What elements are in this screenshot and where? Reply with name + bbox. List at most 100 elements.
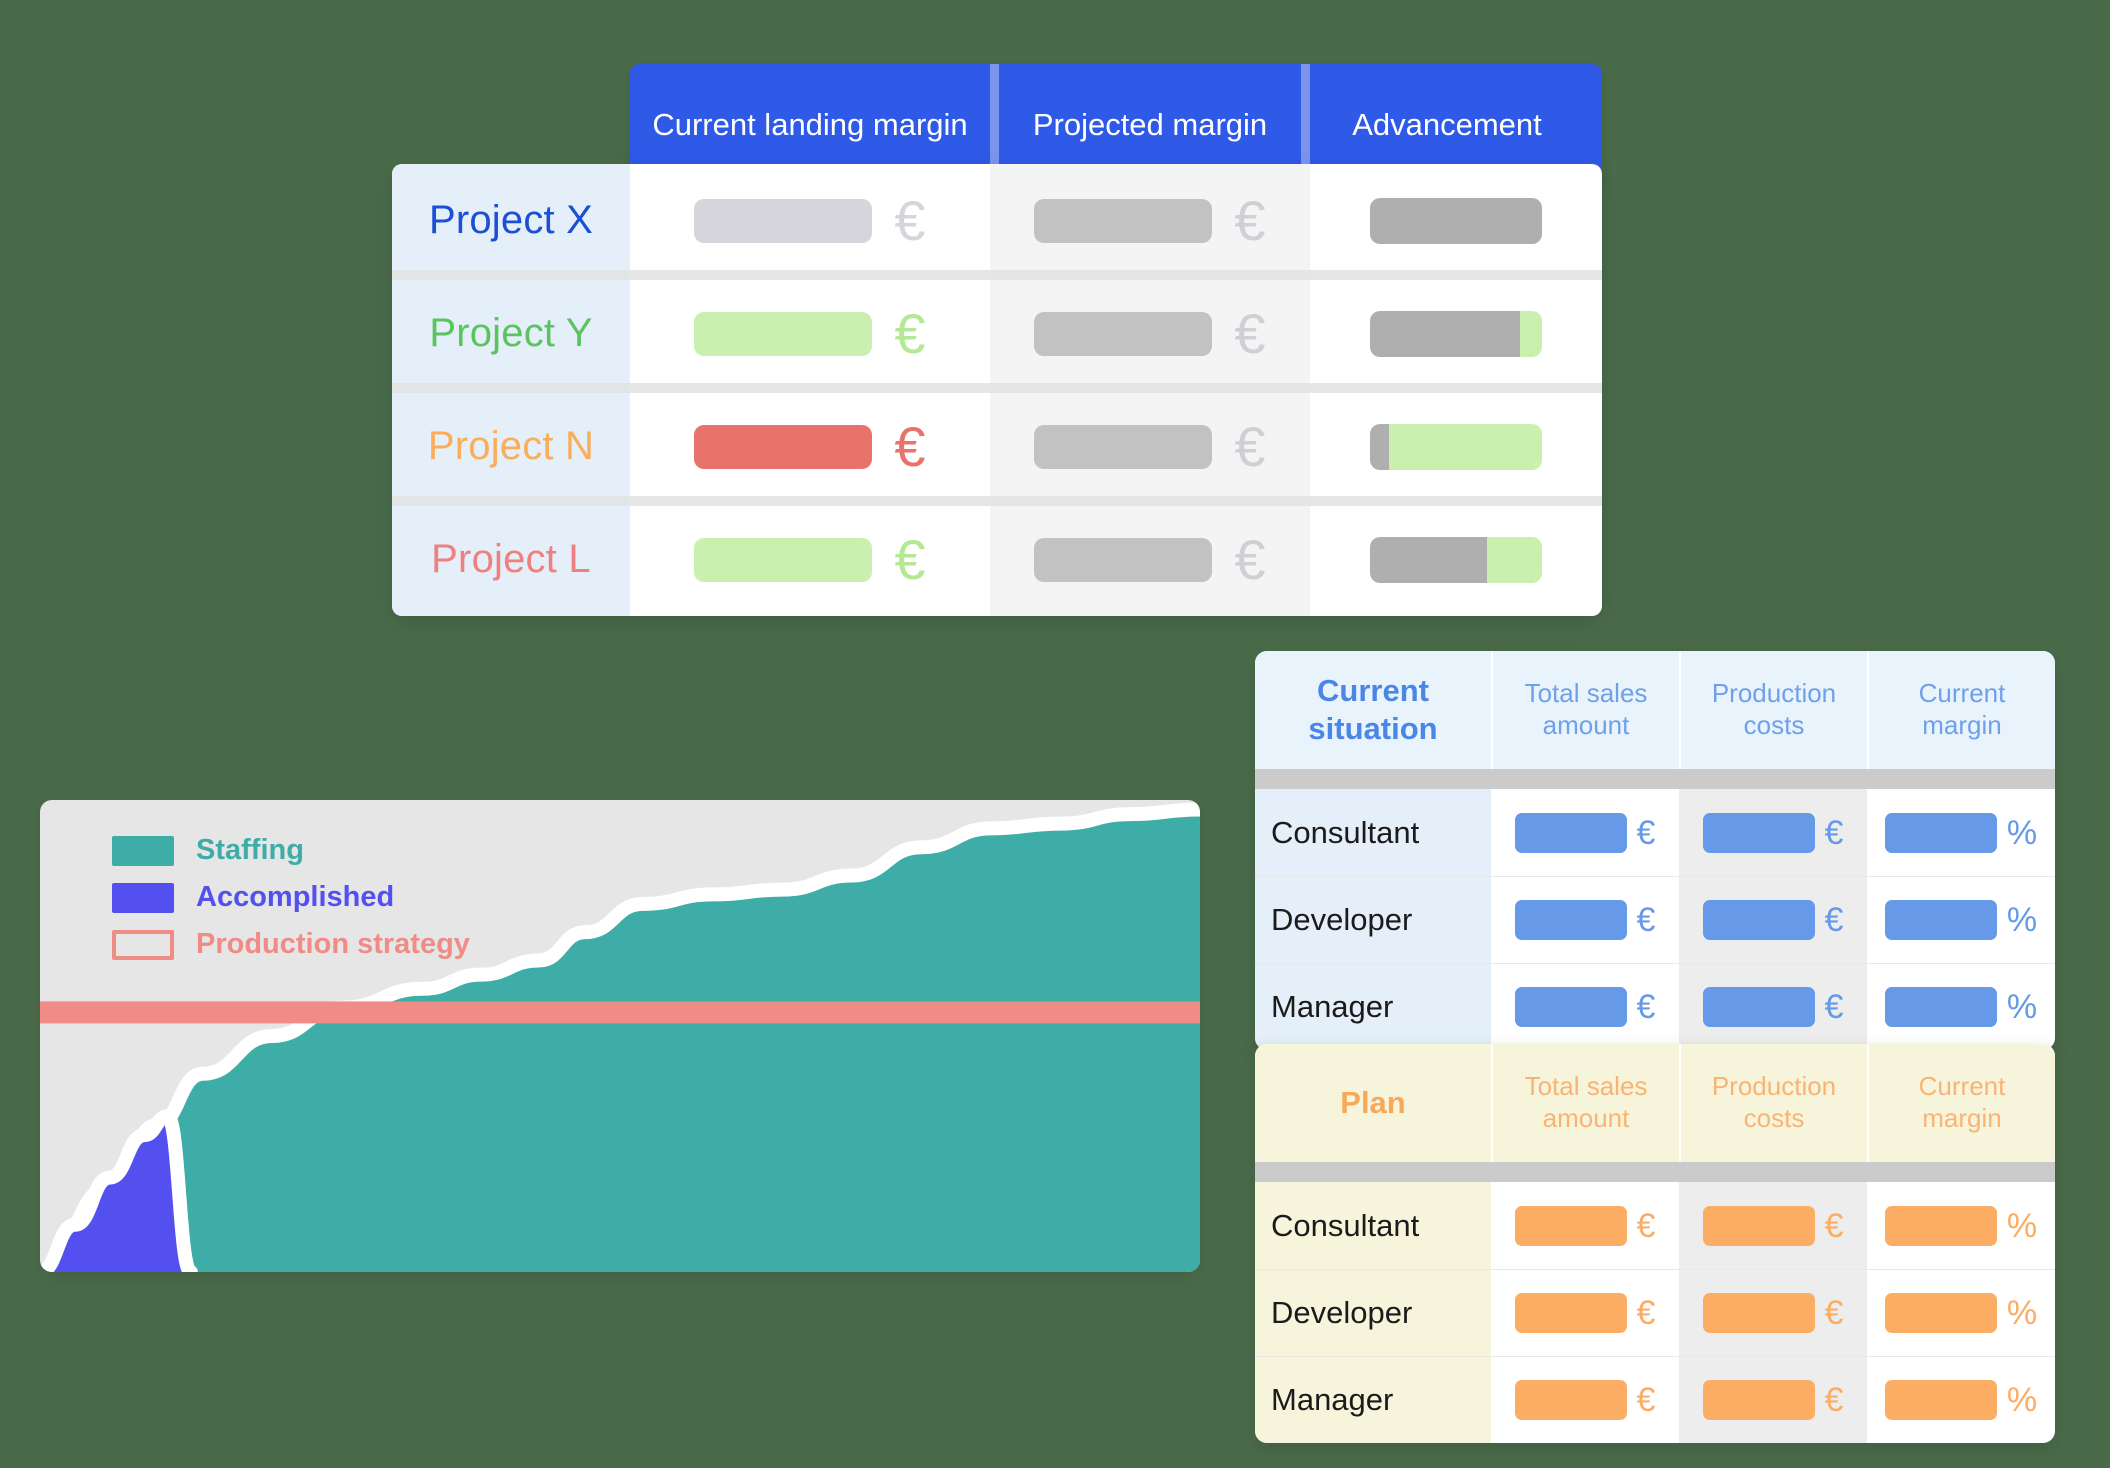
current-landing-margin-cell[interactable]: € — [630, 277, 990, 390]
table-row[interactable]: Project L € € — [392, 503, 1602, 616]
euro-icon: € — [1636, 1381, 1656, 1419]
advancement-cell[interactable] — [1310, 277, 1602, 390]
current-landing-margin-cell[interactable]: € — [630, 164, 990, 277]
column-header-total-sales-amount[interactable]: Total sales amount — [1491, 1044, 1679, 1162]
progress-bar-fill — [1370, 423, 1389, 470]
euro-icon: € — [1234, 301, 1266, 365]
value-placeholder-bar — [1034, 198, 1213, 243]
current-margin-cell[interactable]: % — [1867, 1357, 2055, 1443]
progress-bar-fill — [1370, 536, 1487, 583]
header-divider-band — [1255, 769, 2055, 789]
production-costs-cell[interactable]: € — [1679, 1182, 1867, 1269]
project-name[interactable]: Project L — [392, 537, 630, 582]
production-costs-cell[interactable]: € — [1679, 1270, 1867, 1356]
total-sales-amount-cell[interactable]: € — [1491, 964, 1679, 1050]
current-margin-cell[interactable]: % — [1867, 877, 2055, 963]
role-name: Consultant — [1255, 789, 1491, 876]
staffing-swatch-icon — [112, 835, 174, 866]
total-sales-amount-cell[interactable]: € — [1491, 877, 1679, 963]
value-placeholder-bar — [1514, 812, 1627, 853]
progress-bar-fill — [1370, 197, 1542, 244]
legend-item-staffing[interactable]: Staffing — [112, 834, 470, 867]
value-placeholder-bar — [1514, 900, 1627, 940]
current-margin-cell[interactable]: % — [1867, 1182, 2055, 1269]
projected-margin-cell[interactable]: € — [990, 390, 1310, 503]
total-sales-amount-cell[interactable]: € — [1491, 789, 1679, 876]
euro-icon: € — [1636, 1206, 1656, 1245]
table-row[interactable]: Consultant € € % — [1255, 789, 2055, 876]
role-name: Developer — [1255, 877, 1491, 963]
value-placeholder-bar — [1884, 900, 1997, 940]
column-header-production-costs[interactable]: Production costs — [1679, 1044, 1867, 1162]
plan-title: Plan — [1340, 1085, 1406, 1121]
table-row[interactable]: Manager € € % — [1255, 1356, 2055, 1443]
table-row[interactable]: Project Y € € — [392, 277, 1602, 390]
projects-margin-table: Current landing margin Projected margin … — [392, 64, 1602, 616]
value-placeholder-bar — [1884, 1293, 1997, 1333]
euro-icon: € — [1636, 813, 1656, 852]
project-name[interactable]: Project N — [392, 424, 630, 469]
current-situation-header: Current situation Total sales amount Pro… — [1255, 651, 2055, 769]
legend-item-accomplished[interactable]: Accomplished — [112, 881, 470, 914]
current-situation-table: Current situation Total sales amount Pro… — [1255, 651, 2055, 1050]
advancement-cell[interactable] — [1310, 503, 1602, 616]
euro-icon: € — [1824, 988, 1844, 1026]
column-header-current-margin[interactable]: Current margin — [1867, 1044, 2055, 1162]
total-sales-amount-cell[interactable]: € — [1491, 1270, 1679, 1356]
table-row[interactable]: Developer € € % — [1255, 876, 2055, 963]
progress-bar — [1370, 423, 1542, 470]
production-strategy-swatch-icon — [112, 929, 174, 960]
table-row[interactable]: Consultant € € % — [1255, 1182, 2055, 1269]
euro-icon: € — [1636, 988, 1656, 1026]
role-name: Consultant — [1255, 1182, 1491, 1269]
projected-margin-cell[interactable]: € — [990, 164, 1310, 277]
plan-header: Plan Total sales amount Production costs… — [1255, 1044, 2055, 1162]
percent-icon: % — [2006, 988, 2038, 1026]
plan-table: Plan Total sales amount Production costs… — [1255, 1044, 2055, 1443]
progress-bar — [1370, 310, 1542, 357]
header-divider-band — [1255, 1162, 2055, 1182]
advancement-cell[interactable] — [1310, 164, 1602, 277]
table-row[interactable]: Project N € € — [392, 390, 1602, 503]
current-margin-cell[interactable]: % — [1867, 964, 2055, 1050]
table-row[interactable]: Developer € € % — [1255, 1269, 2055, 1356]
table-row[interactable]: Manager € € % — [1255, 963, 2055, 1050]
total-sales-amount-cell[interactable]: € — [1491, 1182, 1679, 1269]
percent-icon: % — [2006, 901, 2038, 939]
legend-item-production-strategy[interactable]: Production strategy — [112, 928, 470, 961]
euro-icon: € — [1234, 414, 1266, 478]
production-costs-cell[interactable]: € — [1679, 964, 1867, 1050]
advancement-cell[interactable] — [1310, 390, 1602, 503]
percent-icon: % — [2006, 1294, 2038, 1332]
euro-icon: € — [894, 414, 926, 478]
project-name[interactable]: Project X — [392, 198, 630, 243]
value-placeholder-bar — [694, 424, 873, 469]
production-costs-cell[interactable]: € — [1679, 1357, 1867, 1443]
projects-table-body: Project X € € Project Y € € Project N € … — [392, 164, 1602, 616]
current-landing-margin-cell[interactable]: € — [630, 390, 990, 503]
column-header-total-sales-amount[interactable]: Total sales amount — [1491, 651, 1679, 769]
staffing-area-chart[interactable]: Staffing Accomplished Production strateg… — [40, 800, 1200, 1272]
accomplished-swatch-icon — [112, 882, 174, 913]
percent-icon: % — [2006, 1206, 2038, 1245]
project-name[interactable]: Project Y — [392, 311, 630, 356]
value-placeholder-bar — [1884, 1205, 1997, 1246]
current-margin-cell[interactable]: % — [1867, 1270, 2055, 1356]
total-sales-amount-cell[interactable]: € — [1491, 1357, 1679, 1443]
euro-icon: € — [1234, 188, 1266, 252]
value-placeholder-bar — [1034, 424, 1213, 469]
table-row[interactable]: Project X € € — [392, 164, 1602, 277]
column-header-current-margin[interactable]: Current margin — [1867, 651, 2055, 769]
projected-margin-cell[interactable]: € — [990, 503, 1310, 616]
projected-margin-cell[interactable]: € — [990, 277, 1310, 390]
current-landing-margin-cell[interactable]: € — [630, 503, 990, 616]
value-placeholder-bar — [694, 311, 873, 356]
production-costs-cell[interactable]: € — [1679, 789, 1867, 876]
value-placeholder-bar — [694, 537, 873, 582]
euro-icon: € — [1636, 1294, 1656, 1332]
dashboard-canvas: Current landing margin Projected margin … — [0, 0, 2110, 1468]
legend-label: Staffing — [196, 834, 304, 866]
production-costs-cell[interactable]: € — [1679, 877, 1867, 963]
column-header-production-costs[interactable]: Production costs — [1679, 651, 1867, 769]
current-margin-cell[interactable]: % — [1867, 789, 2055, 876]
